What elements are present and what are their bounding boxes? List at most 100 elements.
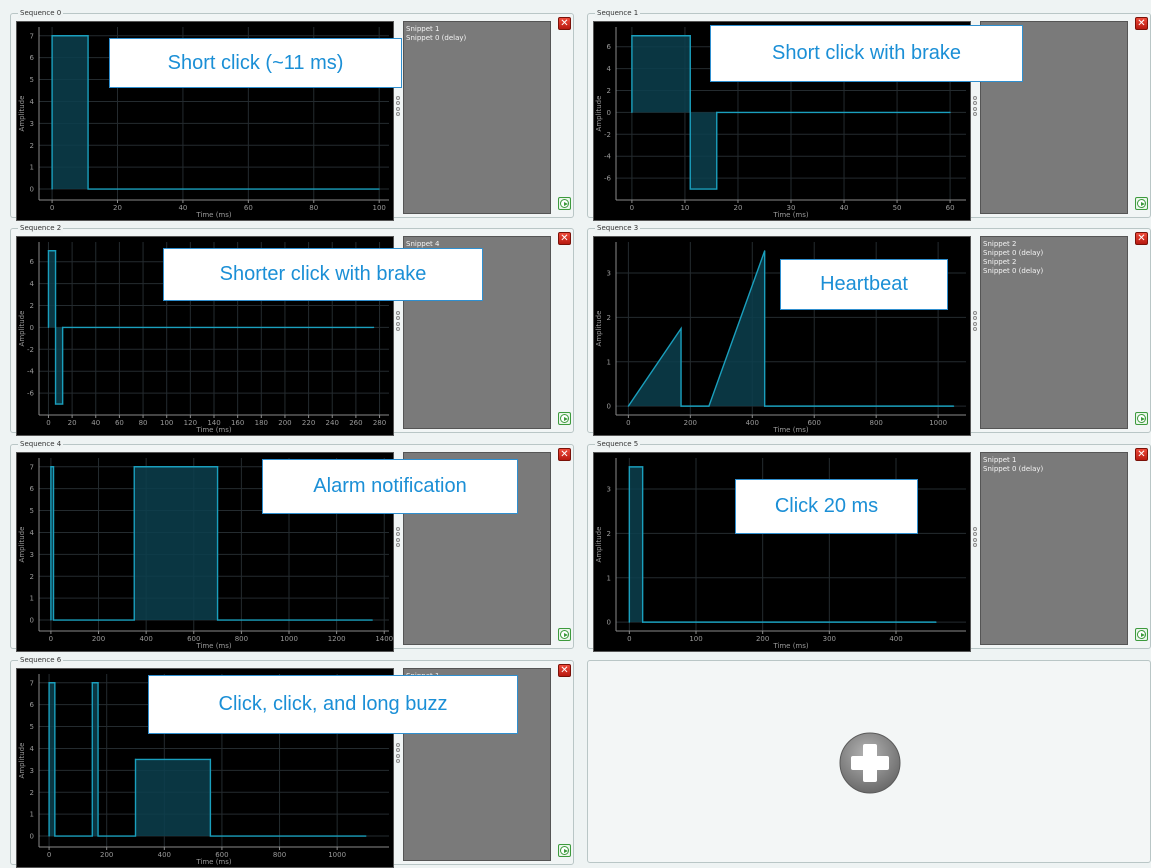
y-tick-label: 2 <box>607 314 611 322</box>
snippet-item[interactable]: Snippet 2 <box>983 240 1127 249</box>
play-sequence-button[interactable] <box>558 197 571 210</box>
x-tick-label: 240 <box>326 419 339 427</box>
y-tick-label: 3 <box>30 551 34 559</box>
x-tick-label: 400 <box>889 635 902 643</box>
x-tick-label: 80 <box>139 419 148 427</box>
y-tick-label: 2 <box>607 87 611 95</box>
grip-dot-icon <box>396 106 400 111</box>
splitter-handle[interactable] <box>973 96 978 116</box>
grip-dot-icon <box>973 101 977 106</box>
y-tick-label: -4 <box>27 368 35 376</box>
splitter-handle[interactable] <box>396 527 401 547</box>
splitter-handle[interactable] <box>973 527 978 547</box>
snippet-item[interactable]: Snippet 0 (delay) <box>983 267 1127 276</box>
close-icon: ✕ <box>560 18 569 29</box>
play-sequence-button[interactable] <box>558 844 571 857</box>
waveform-point <box>689 188 691 190</box>
add-sequence-button[interactable] <box>838 731 902 795</box>
waveform-point <box>628 466 630 468</box>
snippet-list[interactable]: Snippet 1Snippet 0 (delay) <box>403 21 551 214</box>
delete-sequence-button[interactable]: ✕ <box>558 664 571 677</box>
delete-sequence-button[interactable]: ✕ <box>558 232 571 245</box>
snippet-item[interactable]: Snippet 0 (delay) <box>406 34 550 43</box>
y-tick-label: 3 <box>30 767 34 775</box>
y-tick-label: 1 <box>30 595 34 603</box>
x-tick-label: 1400 <box>375 635 393 643</box>
play-sequence-button[interactable] <box>1135 628 1148 641</box>
play-sequence-button[interactable] <box>558 628 571 641</box>
y-axis-label: Amplitude <box>595 311 603 347</box>
sequence-callout: Click, click, and long buzz <box>148 675 518 734</box>
waveform-point <box>209 758 211 761</box>
x-axis-label: Time (ms) <box>772 642 809 650</box>
waveform-point <box>87 188 89 190</box>
splitter-handle[interactable] <box>973 311 978 331</box>
splitter-handle[interactable] <box>396 311 401 331</box>
grip-dot-icon <box>396 311 400 315</box>
waveform-point <box>47 250 50 252</box>
y-tick-label: -4 <box>604 153 612 161</box>
waveform-point <box>48 682 50 684</box>
waveform-point <box>50 619 52 621</box>
y-axis-label: Amplitude <box>18 96 26 132</box>
waveform-point <box>627 405 629 407</box>
waveform-point <box>365 835 367 837</box>
y-tick-label: 4 <box>607 65 612 73</box>
x-tick-label: 0 <box>630 204 634 212</box>
delete-sequence-button[interactable]: ✕ <box>1135 17 1148 30</box>
sequence-callout: Short click with brake <box>710 25 1023 82</box>
x-tick-label: 200 <box>92 635 105 643</box>
grip-dot-icon <box>973 311 977 315</box>
play-icon <box>560 630 569 639</box>
play-icon <box>1137 414 1146 423</box>
snippet-item[interactable]: Snippet 2 <box>983 258 1127 267</box>
grip-dot-icon <box>396 542 400 547</box>
waveform-point <box>716 188 718 190</box>
y-axis-label: Amplitude <box>18 311 26 347</box>
y-tick-label: 2 <box>30 302 34 310</box>
snippet-item[interactable]: Snippet 1 <box>983 456 1127 465</box>
x-tick-label: 40 <box>840 204 849 212</box>
grip-dot-icon <box>973 537 977 542</box>
x-tick-label: 1200 <box>328 635 346 643</box>
y-tick-label: -6 <box>604 175 612 183</box>
x-tick-label: 1000 <box>328 851 346 859</box>
delete-sequence-button[interactable]: ✕ <box>558 17 571 30</box>
y-tick-label: 4 <box>30 280 35 288</box>
y-tick-label: 6 <box>30 485 35 493</box>
snippet-list[interactable]: Snippet 2 Snippet 0 (delay) Snippet 2 Snipp… <box>980 236 1128 429</box>
grip-dot-icon <box>396 758 400 763</box>
play-icon <box>560 414 569 423</box>
x-tick-label: 1000 <box>280 635 298 643</box>
snippet-item[interactable]: Snippet 1 <box>406 25 550 34</box>
play-icon <box>560 846 569 855</box>
delete-sequence-button[interactable]: ✕ <box>558 448 571 461</box>
grip-dot-icon <box>396 532 400 537</box>
waveform-point <box>764 405 766 407</box>
y-tick-label: 3 <box>30 120 34 128</box>
grip-dot-icon <box>396 321 400 326</box>
play-sequence-button[interactable] <box>1135 197 1148 210</box>
splitter-handle[interactable] <box>396 96 401 116</box>
waveform-point <box>764 250 766 252</box>
snippet-list[interactable]: Snippet 1Snippet 0 (delay) <box>980 452 1128 645</box>
play-sequence-button[interactable] <box>558 412 571 425</box>
snippet-item[interactable]: Snippet 0 (delay) <box>983 465 1127 474</box>
splitter-handle[interactable] <box>396 743 401 763</box>
snippet-item[interactable]: Snippet 0 (delay) <box>983 249 1127 258</box>
x-tick-label: 220 <box>302 419 315 427</box>
y-tick-label: 7 <box>30 32 34 40</box>
close-icon: ✕ <box>560 233 569 244</box>
x-tick-label: 120 <box>184 419 197 427</box>
play-sequence-button[interactable] <box>1135 412 1148 425</box>
delete-sequence-button[interactable]: ✕ <box>1135 232 1148 245</box>
x-tick-label: 180 <box>255 419 268 427</box>
y-tick-label: 5 <box>30 76 34 84</box>
waveform-point <box>935 621 937 623</box>
x-tick-label: 0 <box>46 419 50 427</box>
y-tick-label: 6 <box>30 701 35 709</box>
x-tick-label: 40 <box>91 419 100 427</box>
waveform-point <box>51 188 53 190</box>
delete-sequence-button[interactable]: ✕ <box>1135 448 1148 461</box>
waveform-point <box>708 405 710 407</box>
